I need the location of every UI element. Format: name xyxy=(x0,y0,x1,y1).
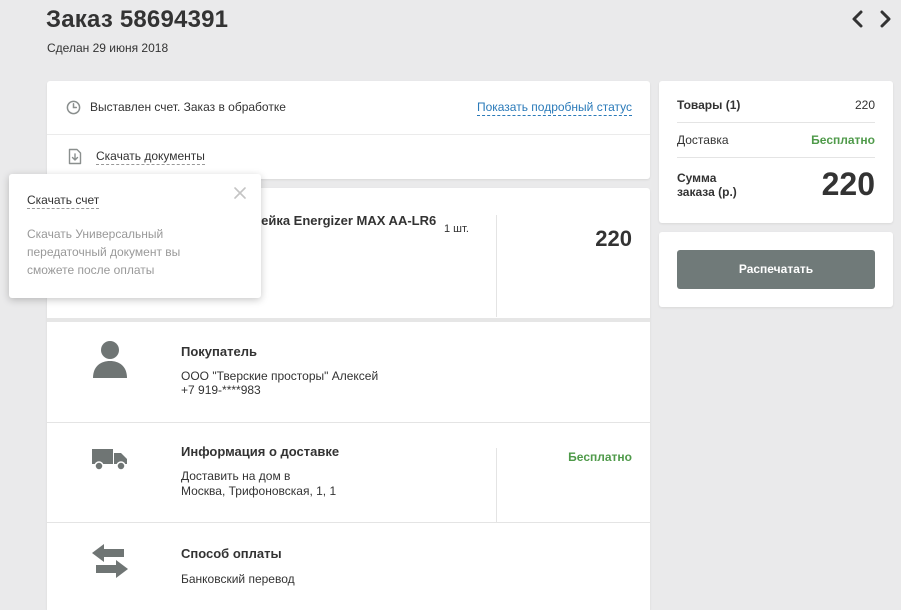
buyer-phone: +7 919-****983 xyxy=(181,383,261,397)
buyer-company: ООО "Тверские просторы" Алексей xyxy=(181,369,379,383)
goods-label: Товары (1) xyxy=(677,98,741,112)
popover-message: Скачать Универсальный передаточный докум… xyxy=(27,227,181,277)
transfer-arrows-icon xyxy=(92,544,128,578)
buyer-title: Покупатель xyxy=(181,344,257,359)
column-divider xyxy=(496,448,497,522)
chevron-left-icon[interactable] xyxy=(848,9,868,29)
total-label: Сумма заказа (р.) xyxy=(677,171,737,199)
download-documents-link[interactable]: Скачать документы xyxy=(96,149,205,165)
order-date: Сделан 29 июня 2018 xyxy=(47,41,169,55)
shipping-value: Бесплатно xyxy=(811,133,875,147)
section-divider xyxy=(47,318,650,322)
user-icon xyxy=(92,340,128,378)
page-title: Заказ 58694391 xyxy=(46,6,229,33)
shipping-label: Доставка xyxy=(677,133,729,147)
section-divider xyxy=(47,422,650,423)
print-card: Распечатать xyxy=(659,232,893,307)
product-quantity: 1 шт. xyxy=(444,223,469,235)
goods-value: 220 xyxy=(854,98,875,112)
document-download-icon[interactable] xyxy=(68,148,82,165)
clock-icon xyxy=(66,100,81,115)
download-invoice-link[interactable]: Скачать счет xyxy=(27,193,100,209)
delivery-price: Бесплатно xyxy=(568,450,632,464)
delivery-title: Информация о доставке xyxy=(181,444,340,459)
print-button[interactable]: Распечатать xyxy=(677,250,875,289)
status-card: Выставлен счет. Заказ в обработке Показа… xyxy=(47,81,650,179)
order-status-text: Выставлен счет. Заказ в обработке xyxy=(90,100,286,114)
order-summary-card: Товары (1) 220 Доставка Бесплатно Сумма … xyxy=(659,81,893,223)
download-invoice-popover: Скачать счет Скачать Универсальный перед… xyxy=(9,174,261,298)
payment-method: Банковский перевод xyxy=(181,572,295,586)
delivery-method: Доставить на дом в xyxy=(181,469,291,483)
truck-icon xyxy=(92,447,128,471)
close-icon[interactable] xyxy=(233,186,247,200)
show-detailed-status-link[interactable]: Показать подробный статус xyxy=(476,100,632,116)
divider xyxy=(677,122,875,123)
column-divider xyxy=(496,215,497,317)
delivery-address: Москва, Трифоновская, 1, 1 xyxy=(181,484,337,498)
divider xyxy=(47,134,650,135)
product-price: 220 xyxy=(595,226,632,251)
divider xyxy=(677,157,875,158)
section-divider xyxy=(47,522,650,523)
chevron-right-icon[interactable] xyxy=(875,9,895,29)
total-value: 220 xyxy=(821,166,875,202)
payment-title: Способ оплаты xyxy=(181,546,282,561)
